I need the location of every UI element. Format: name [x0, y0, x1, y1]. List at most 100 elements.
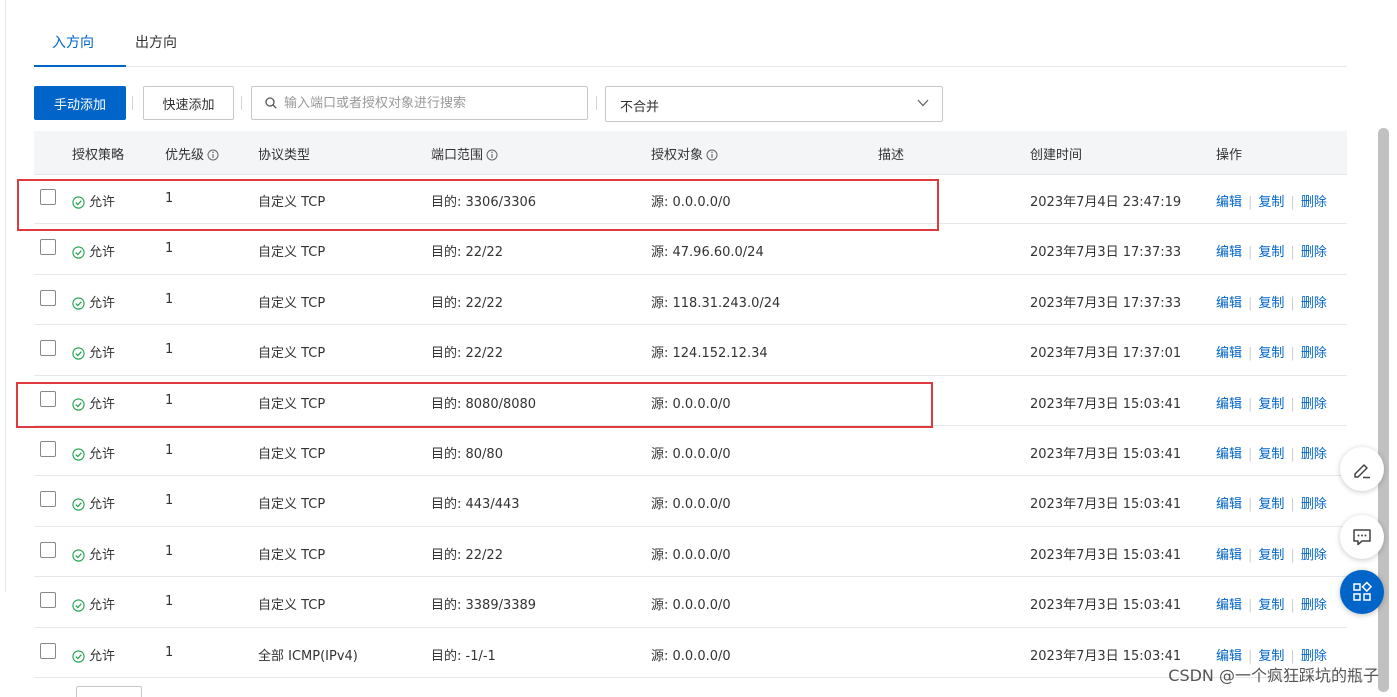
column-header-source: 授权对象 — [651, 144, 718, 163]
delete-link[interactable]: 删除 — [1301, 447, 1327, 462]
info-icon[interactable] — [207, 149, 219, 161]
protocol-cell: 全部 ICMP(IPv4) — [258, 648, 358, 664]
source-cell: 源: 0.0.0.0/0 — [651, 396, 731, 412]
policy-cell: 允许 — [72, 342, 115, 361]
created-time-cell: 2023年7月3日 15:03:41 — [1030, 648, 1182, 664]
row-checkbox[interactable] — [40, 592, 56, 609]
policy-label: 允许 — [89, 195, 116, 210]
copy-link[interactable]: 复制 — [1258, 497, 1284, 512]
column-header-port: 端口范围 — [431, 144, 498, 163]
protocol-cell: 自定义 TCP — [258, 446, 326, 462]
info-icon[interactable] — [486, 149, 498, 161]
action-separator: | — [1248, 295, 1253, 311]
row-actions: 编辑 | 复制 | 删除 — [1216, 645, 1327, 664]
row-actions: 编辑 | 复制 | 删除 — [1216, 292, 1327, 311]
copy-link[interactable]: 复制 — [1258, 447, 1284, 462]
check-circle-icon — [72, 448, 85, 461]
tab-inbound[interactable]: 入方向 — [52, 32, 94, 52]
merge-select-value: 不合并 — [620, 100, 660, 115]
copy-link[interactable]: 复制 — [1258, 245, 1284, 260]
action-separator: | — [1290, 346, 1295, 362]
delete-link[interactable]: 删除 — [1301, 598, 1327, 613]
table-row: 允许 1 自定义 TCP 目的: 3389/3389 源: 0.0.0.0/0 2023年… — [34, 577, 1347, 628]
delete-link[interactable]: 删除 — [1301, 548, 1327, 563]
edit-link[interactable]: 编辑 — [1216, 497, 1242, 512]
priority-cell: 1 — [165, 342, 174, 358]
protocol-cell: 自定义 TCP — [258, 295, 326, 311]
protocol-cell: 自定义 TCP — [258, 497, 326, 513]
copy-link[interactable]: 复制 — [1258, 296, 1284, 311]
tab-outbound[interactable]: 出方向 — [135, 32, 177, 52]
row-checkbox[interactable] — [40, 340, 56, 357]
protocol-cell: 自定义 TCP — [258, 598, 326, 614]
row-actions: 编辑 | 复制 | 删除 — [1216, 191, 1327, 210]
policy-cell: 允许 — [72, 443, 115, 462]
source-cell: 源: 0.0.0.0/0 — [651, 598, 731, 614]
merge-select[interactable]: 不合并 — [605, 86, 943, 122]
table-row: 允许 1 自定义 TCP 目的: 22/22 源: 47.96.60.0/24 2023年… — [34, 224, 1347, 275]
row-checkbox[interactable] — [40, 491, 56, 508]
policy-cell: 允许 — [72, 191, 115, 210]
policy-cell: 允许 — [72, 292, 115, 311]
edit-link[interactable]: 编辑 — [1216, 397, 1242, 412]
edit-link[interactable]: 编辑 — [1216, 346, 1242, 361]
edit-link[interactable]: 编辑 — [1216, 598, 1242, 613]
search-box[interactable] — [251, 86, 588, 120]
delete-link[interactable]: 删除 — [1301, 497, 1327, 512]
table-row: 允许 1 自定义 TCP 目的: 8080/8080 源: 0.0.0.0/0 2023年… — [34, 376, 1347, 426]
row-checkbox[interactable] — [40, 239, 56, 256]
edit-link[interactable]: 编辑 — [1216, 195, 1242, 210]
delete-link[interactable]: 删除 — [1301, 397, 1327, 412]
row-checkbox[interactable] — [40, 440, 56, 457]
delete-link[interactable]: 删除 — [1301, 296, 1327, 311]
policy-label: 允许 — [89, 547, 116, 563]
apps-icon — [1353, 581, 1373, 601]
check-circle-icon — [72, 196, 85, 209]
priority-cell: 1 — [165, 241, 174, 257]
row-actions: 编辑 | 复制 | 删除 — [1216, 241, 1327, 260]
search-input[interactable] — [284, 87, 580, 119]
created-time-cell: 2023年7月3日 15:03:41 — [1030, 446, 1182, 462]
row-checkbox[interactable] — [40, 189, 56, 205]
port-range-cell: 目的: 22/22 — [431, 547, 503, 563]
copy-link[interactable]: 复制 — [1258, 195, 1284, 210]
check-circle-icon — [72, 246, 85, 260]
edit-link[interactable]: 编辑 — [1216, 245, 1242, 260]
copy-link[interactable]: 复制 — [1258, 598, 1284, 613]
copy-link[interactable]: 复制 — [1258, 346, 1284, 361]
protocol-cell: 自定义 TCP — [258, 245, 326, 261]
table-row: 允许 1 自定义 TCP 目的: 3306/3306 源: 0.0.0.0/0 2023年… — [34, 174, 1347, 225]
delete-link[interactable]: 删除 — [1301, 346, 1327, 361]
action-separator: | — [1248, 446, 1253, 462]
row-actions: 编辑 | 复制 | 删除 — [1216, 393, 1327, 412]
quick-add-button[interactable]: 快速添加 — [143, 86, 234, 120]
delete-link[interactable]: 删除 — [1301, 195, 1327, 210]
delete-link[interactable]: 删除 — [1301, 245, 1327, 260]
row-checkbox[interactable] — [40, 289, 56, 306]
created-time-cell: 2023年7月3日 15:03:41 — [1030, 396, 1182, 412]
row-checkbox[interactable] — [40, 642, 56, 659]
toolbar-separator — [596, 96, 597, 110]
port-range-cell: 目的: 22/22 — [431, 245, 503, 261]
edit-link[interactable]: 编辑 — [1216, 548, 1242, 563]
check-circle-icon — [72, 649, 85, 663]
row-checkbox[interactable] — [40, 541, 56, 558]
copy-link[interactable]: 复制 — [1258, 548, 1284, 563]
info-icon[interactable] — [706, 149, 718, 161]
policy-label: 允许 — [89, 295, 116, 311]
feedback-float-button[interactable] — [1340, 515, 1384, 559]
apps-float-button[interactable] — [1340, 570, 1384, 614]
edit-link[interactable]: 编辑 — [1216, 447, 1242, 462]
action-separator: | — [1290, 547, 1295, 563]
copy-link[interactable]: 复制 — [1258, 397, 1284, 412]
rules-table-body: 允许 1 自定义 TCP 目的: 3306/3306 源: 0.0.0.0/0 2023年… — [34, 174, 1347, 678]
edit-link[interactable]: 编辑 — [1216, 296, 1242, 311]
page-left-border — [5, 0, 6, 592]
vertical-scrollbar[interactable] — [1378, 128, 1389, 692]
column-header-created: 创建时间 — [1030, 148, 1083, 163]
manual-add-button[interactable]: 手动添加 — [34, 86, 126, 120]
action-separator: | — [1248, 346, 1253, 362]
row-checkbox[interactable] — [40, 390, 56, 407]
created-time-cell: 2023年7月4日 23:47:19 — [1030, 195, 1182, 210]
edit-float-button[interactable] — [1340, 447, 1384, 491]
